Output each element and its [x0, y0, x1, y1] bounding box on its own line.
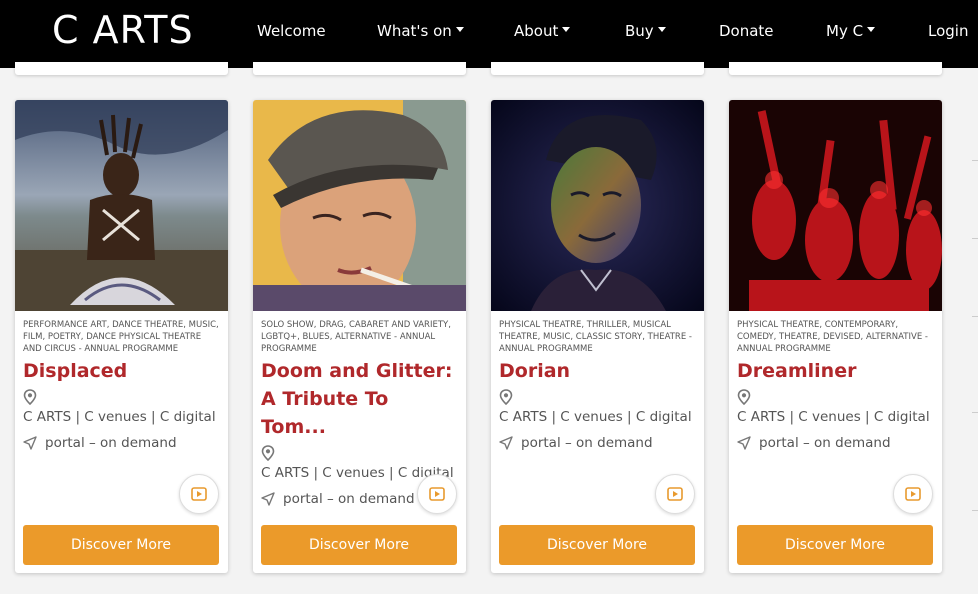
- event-image-displaced[interactable]: [15, 100, 228, 311]
- send-arrow-icon: [737, 436, 751, 450]
- card-body: PHYSICAL THEATRE, THRILLER, MUSICAL THEA…: [491, 311, 704, 451]
- event-title[interactable]: Doom and Glitter: A Tribute To Tom...: [261, 357, 458, 441]
- previous-card-edge: [729, 62, 942, 75]
- divider: [972, 160, 978, 161]
- event-portal-label: portal – on demand: [521, 435, 653, 451]
- nav-login[interactable]: Login: [928, 22, 968, 40]
- event-genres: PHYSICAL THEATRE, CONTEMPORARY, COMEDY, …: [737, 320, 928, 354]
- event-portal-label: portal – on demand: [45, 435, 177, 451]
- video-play-button[interactable]: [417, 474, 457, 514]
- discover-more-button[interactable]: Discover More: [737, 525, 933, 565]
- event-venue: C ARTS | C venues | C digital: [499, 409, 692, 425]
- event-image-doom-and-glitter[interactable]: [253, 100, 466, 311]
- event-image-dorian[interactable]: [491, 100, 704, 311]
- video-play-icon: [191, 487, 207, 501]
- location-pin-icon: [261, 445, 275, 461]
- nav-whats-on-label: What's on: [377, 22, 452, 40]
- divider: [972, 510, 978, 511]
- nav-about[interactable]: About: [514, 22, 571, 40]
- discover-more-button[interactable]: Discover More: [23, 525, 219, 565]
- event-portal: portal – on demand: [737, 435, 934, 451]
- event-portal: portal – on demand: [23, 435, 220, 451]
- event-title[interactable]: Displaced: [23, 357, 220, 385]
- location-pin-icon: [23, 389, 37, 405]
- nav-donate[interactable]: Donate: [719, 22, 774, 40]
- video-play-icon: [667, 487, 683, 501]
- nav-donate-label: Donate: [719, 22, 774, 40]
- nav-my-c[interactable]: My C: [826, 22, 876, 40]
- nav-buy[interactable]: Buy: [625, 22, 666, 40]
- nav-welcome[interactable]: Welcome: [257, 22, 326, 40]
- nav-my-c-label: My C: [826, 22, 864, 40]
- chevron-down-icon: [657, 27, 666, 32]
- event-card: PHYSICAL THEATRE, CONTEMPORARY, COMEDY, …: [729, 100, 942, 573]
- previous-card-edge: [253, 62, 466, 75]
- video-play-button[interactable]: [655, 474, 695, 514]
- location-pin-icon: [737, 389, 751, 405]
- video-play-icon: [429, 487, 445, 501]
- chevron-down-icon: [562, 27, 571, 32]
- nav-welcome-label: Welcome: [257, 22, 326, 40]
- event-card: PHYSICAL THEATRE, THRILLER, MUSICAL THEA…: [491, 100, 704, 573]
- event-title[interactable]: Dreamliner: [737, 357, 934, 385]
- event-image-dreamliner[interactable]: [729, 100, 942, 311]
- nav-whats-on[interactable]: What's on: [377, 22, 464, 40]
- location-pin-icon: [499, 389, 513, 405]
- video-play-icon: [905, 487, 921, 501]
- previous-card-edge: [15, 62, 228, 75]
- card-body: PERFORMANCE ART, DANCE THEATRE, MUSIC, F…: [15, 311, 228, 451]
- nav-login-label: Login: [928, 22, 969, 40]
- divider: [972, 412, 978, 413]
- event-genres: SOLO SHOW, DRAG, CABARET AND VARIETY, LG…: [261, 320, 451, 354]
- divider: [972, 238, 978, 239]
- event-portal-label: portal – on demand: [759, 435, 891, 451]
- c-arts-logo[interactable]: C ARTS: [52, 10, 194, 50]
- top-navbar: C ARTS Welcome What's on About Buy Donat…: [0, 0, 978, 68]
- event-title[interactable]: Dorian: [499, 357, 696, 385]
- send-arrow-icon: [499, 436, 513, 450]
- video-play-button[interactable]: [179, 474, 219, 514]
- event-venue: C ARTS | C venues | C digital: [23, 409, 216, 425]
- send-arrow-icon: [261, 492, 275, 506]
- event-genres: PERFORMANCE ART, DANCE THEATRE, MUSIC, F…: [23, 320, 219, 354]
- nav-about-label: About: [514, 22, 559, 40]
- nav-buy-label: Buy: [625, 22, 654, 40]
- discover-more-button[interactable]: Discover More: [499, 525, 695, 565]
- chevron-down-icon: [867, 27, 876, 32]
- event-portal: portal – on demand: [499, 435, 696, 451]
- card-body: PHYSICAL THEATRE, CONTEMPORARY, COMEDY, …: [729, 311, 942, 451]
- video-play-button[interactable]: [893, 474, 933, 514]
- event-card: SOLO SHOW, DRAG, CABARET AND VARIETY, LG…: [253, 100, 466, 573]
- event-venue: C ARTS | C venues | C digital: [737, 409, 930, 425]
- event-portal-label: portal – on demand: [283, 491, 415, 507]
- previous-card-edge: [491, 62, 704, 75]
- divider: [972, 316, 978, 317]
- chevron-down-icon: [455, 27, 464, 32]
- event-genres: PHYSICAL THEATRE, THRILLER, MUSICAL THEA…: [499, 320, 692, 354]
- discover-more-button[interactable]: Discover More: [261, 525, 457, 565]
- send-arrow-icon: [23, 436, 37, 450]
- event-card: PERFORMANCE ART, DANCE THEATRE, MUSIC, F…: [15, 100, 228, 573]
